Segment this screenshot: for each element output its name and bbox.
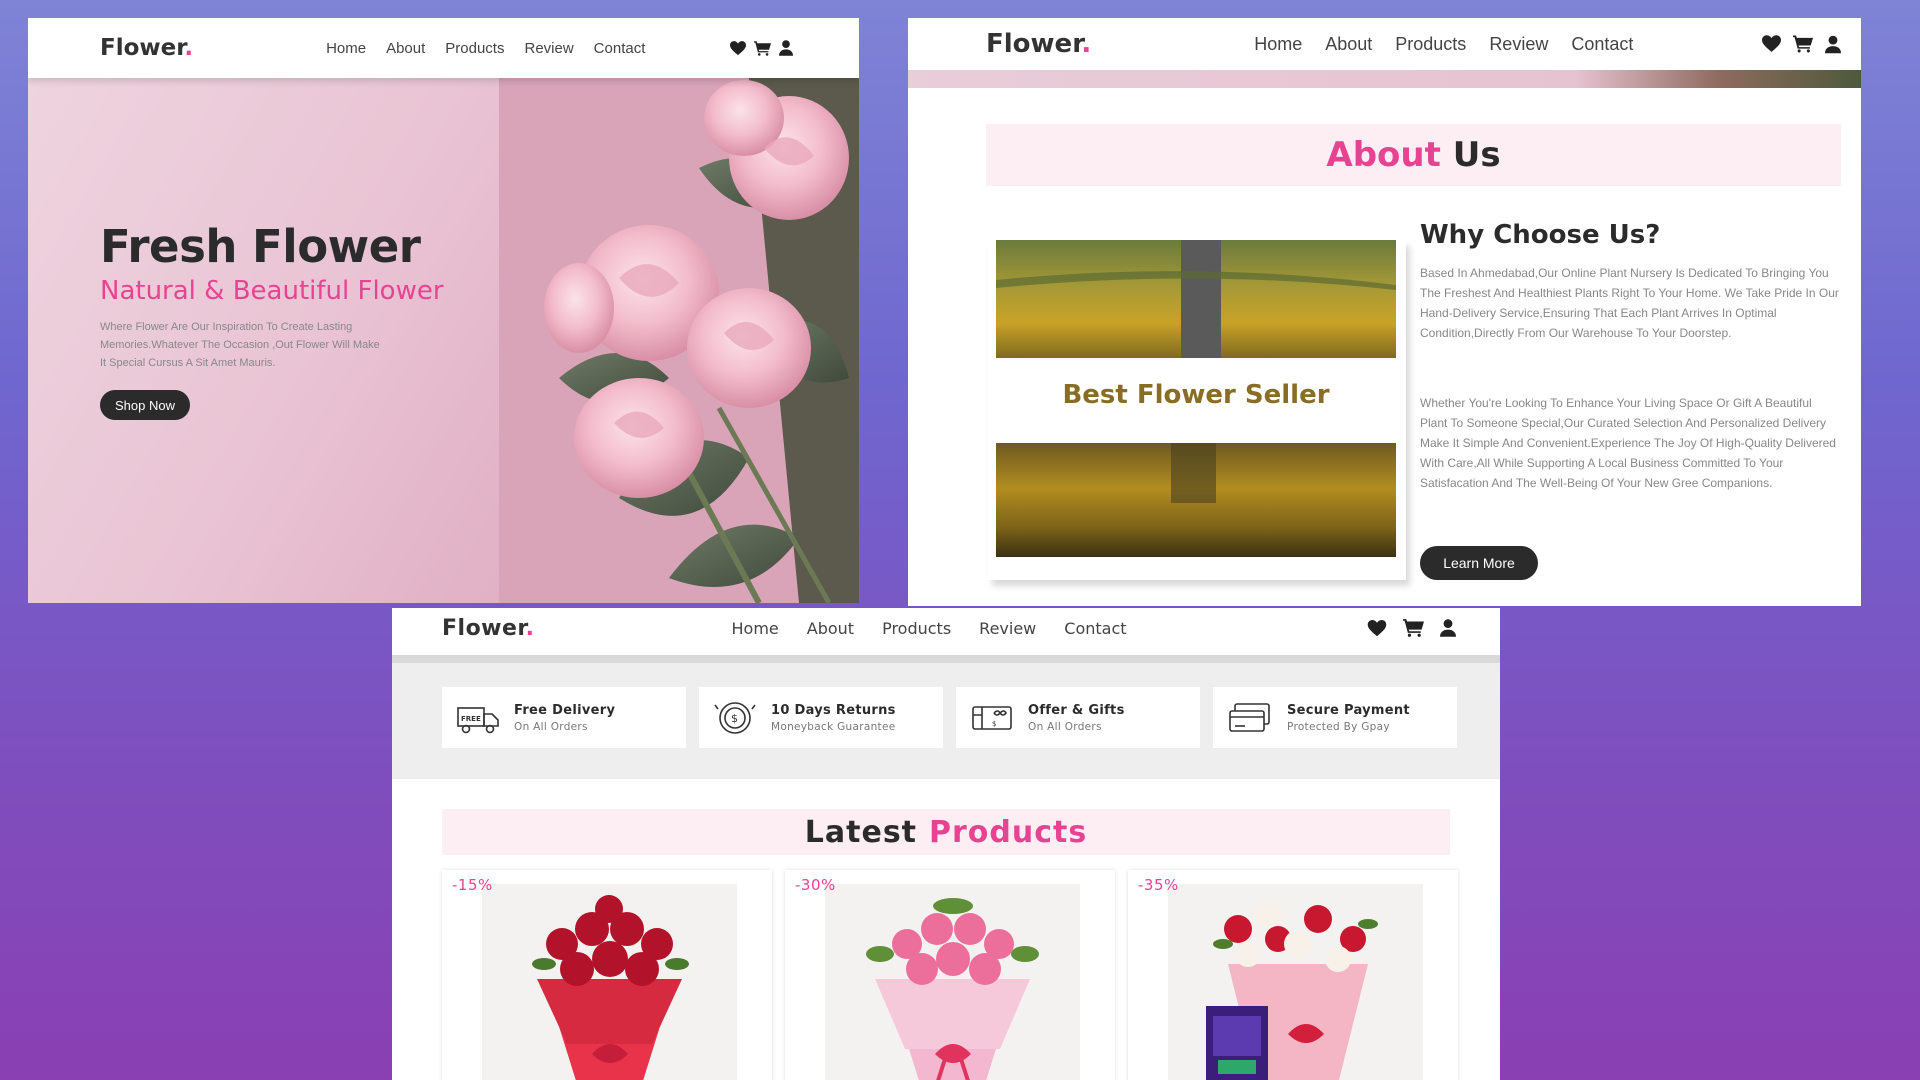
nav-link-about[interactable]: About [1325, 34, 1372, 55]
returns-clock-icon: $ [714, 701, 756, 734]
products-page-screenshot: Flower. Home About Products Review Conta… [392, 608, 1500, 1080]
discount-badge: -30% [795, 876, 836, 894]
discount-badge: -15% [452, 876, 493, 894]
heading-dark: Latest [804, 814, 918, 850]
nav-links: Home About Products Review Contact [732, 619, 1127, 638]
feature-title: 10 Days Returns [771, 702, 896, 718]
product-card[interactable]: -15% [442, 870, 772, 1080]
cart-icon[interactable] [1403, 619, 1424, 637]
hero-section: Fresh Flower Natural & Beautiful Flower … [28, 78, 859, 603]
nav-link-products[interactable]: Products [1395, 34, 1466, 55]
feature-title: Secure Payment [1287, 702, 1410, 718]
feature-free-delivery: FREE Free Delivery On All Orders [442, 687, 686, 748]
nav-link-review[interactable]: Review [1489, 34, 1548, 55]
heart-icon[interactable] [730, 40, 746, 56]
nav-link-home[interactable]: Home [732, 619, 779, 638]
pink-rose-bouquet-image [825, 884, 1080, 1080]
heading-rest: Us [1452, 135, 1501, 175]
feature-returns: $ 10 Days Returns Moneyback Guarantee [699, 687, 943, 748]
brand-logo[interactable]: Flower. [100, 35, 193, 61]
heart-icon[interactable] [1762, 35, 1781, 53]
feature-subtitle: Moneyback Guarantee [771, 720, 896, 733]
brand-logo[interactable]: Flower. [442, 616, 535, 641]
hero-description: Where Flower Are Our Inspiration To Crea… [100, 321, 380, 369]
user-icon[interactable] [779, 40, 793, 56]
pink-roses-image [499, 78, 859, 603]
nav-link-contact[interactable]: Contact [1571, 34, 1633, 55]
nav-link-review[interactable]: Review [524, 40, 573, 57]
feature-subtitle: On All Orders [1028, 720, 1102, 733]
red-rose-bouquet-image [482, 884, 737, 1080]
feature-title: Offer & Gifts [1028, 702, 1125, 718]
feature-subtitle: Protected By Gpay [1287, 720, 1390, 733]
mixed-rose-bouquet-with-chocolates-image [1168, 884, 1423, 1080]
nav-link-home[interactable]: Home [326, 40, 366, 57]
heading-accent: Products [929, 814, 1088, 850]
navbar: Flower. Home About Products Review Conta… [28, 18, 859, 78]
nav-link-about[interactable]: About [386, 40, 425, 57]
why-choose-title: Why Choose Us? [1420, 220, 1661, 250]
video-caption: Best Flower Seller [1062, 380, 1330, 410]
feature-secure-payment: Secure Payment Protected By Gpay [1213, 687, 1457, 748]
nav-link-products[interactable]: Products [882, 619, 951, 638]
nav-link-contact[interactable]: Contact [594, 40, 646, 57]
about-page-screenshot: Flower. Home About Products Review Conta… [908, 18, 1861, 606]
hero-subtitle: Natural & Beautiful Flower [100, 276, 444, 306]
features-section: FREE Free Delivery On All Orders $ 10 Da… [392, 655, 1500, 779]
product-card[interactable]: -35% [1128, 870, 1458, 1080]
free-delivery-truck-icon: FREE [457, 706, 499, 733]
learn-more-button[interactable]: Learn More [1420, 546, 1538, 580]
credit-card-icon [1229, 702, 1270, 732]
section-heading: About Us [986, 124, 1841, 186]
product-card[interactable]: -30% [785, 870, 1115, 1080]
cart-icon[interactable] [754, 40, 771, 56]
navbar: Flower. Home About Products Review Conta… [908, 18, 1861, 70]
feature-offers: $ Offer & Gifts On All Orders [956, 687, 1200, 748]
user-icon[interactable] [1825, 35, 1841, 54]
nav-link-about[interactable]: About [807, 619, 854, 638]
nav-links: Home About Products Review Contact [1254, 34, 1633, 55]
about-video-card: Best Flower Seller [988, 240, 1406, 580]
cart-icon[interactable] [1793, 35, 1813, 53]
nav-link-home[interactable]: Home [1254, 34, 1302, 55]
about-paragraph-2: Whether You're Looking To Enhance Your L… [1420, 396, 1836, 490]
hero-image-strip [908, 70, 1861, 88]
about-paragraph-1: Based In Ahmedabad,Our Online Plant Nurs… [1420, 266, 1839, 340]
nav-link-products[interactable]: Products [445, 40, 504, 57]
flower-field-image-bottom [996, 443, 1396, 557]
hero-title: Fresh Flower [100, 220, 421, 273]
svg-text:$: $ [731, 712, 738, 725]
brand-logo[interactable]: Flower. [986, 29, 1091, 59]
flower-field-image-top [996, 240, 1396, 358]
nav-link-contact[interactable]: Contact [1064, 619, 1126, 638]
nav-link-review[interactable]: Review [979, 619, 1036, 638]
svg-text:FREE: FREE [461, 715, 481, 723]
user-icon[interactable] [1440, 619, 1456, 637]
gift-voucher-icon: $ [972, 705, 1012, 730]
heading-accent: About [1326, 135, 1441, 175]
heart-icon[interactable] [1367, 619, 1387, 637]
feature-subtitle: On All Orders [514, 720, 588, 733]
nav-links: Home About Products Review Contact [326, 40, 645, 57]
svg-text:$: $ [992, 720, 996, 728]
section-heading: Latest Products [442, 809, 1450, 855]
feature-title: Free Delivery [514, 702, 616, 718]
home-page-screenshot: Flower. Home About Products Review Conta… [28, 18, 859, 603]
navbar: Flower. Home About Products Review Conta… [392, 608, 1500, 648]
discount-badge: -35% [1138, 876, 1179, 894]
shop-now-button[interactable]: Shop Now [100, 390, 190, 420]
